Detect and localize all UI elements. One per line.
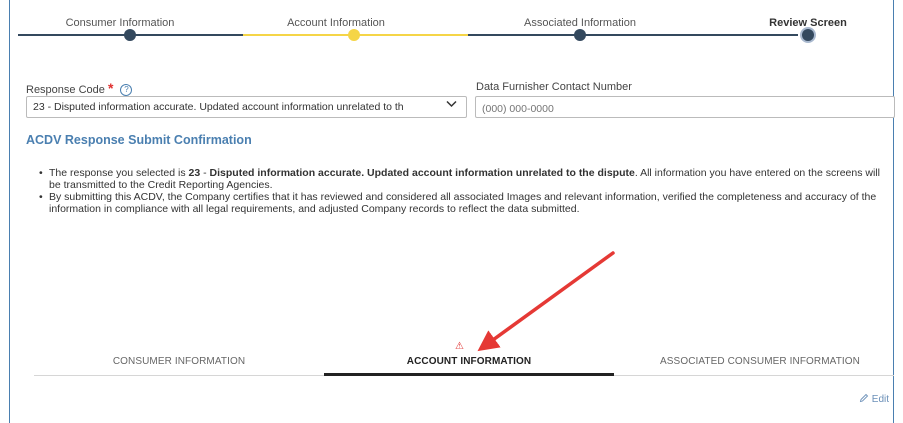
confirmation-title: ACDV Response Submit Confirmation <box>26 133 252 147</box>
tab-associated-consumer-information[interactable]: ASSOCIATED CONSUMER INFORMATION <box>660 356 860 367</box>
bullet1-description: Disputed information accurate. Updated a… <box>209 167 635 179</box>
bullet1-code: 23 <box>188 167 201 179</box>
confirmation-bullet-2: By submitting this ACDV, the Company cer… <box>39 191 894 215</box>
step-dot-account[interactable] <box>348 29 360 41</box>
step-associated-information[interactable]: Associated Information <box>524 17 636 29</box>
contact-number-input[interactable] <box>475 96 895 118</box>
tab-consumer-information[interactable]: CONSUMER INFORMATION <box>113 356 245 367</box>
response-code-label: Response Code * ? <box>26 80 133 97</box>
tab-account-information[interactable]: ACCOUNT INFORMATION <box>407 356 531 367</box>
active-tab-indicator <box>324 373 614 376</box>
confirmation-bullets: The response you selected is 23 - Disput… <box>39 167 894 215</box>
progress-stepper: Consumer Information Account Information… <box>18 12 878 42</box>
edit-label: Edit <box>871 394 890 405</box>
contact-number-label: Data Furnisher Contact Number <box>476 81 632 93</box>
response-code-label-text: Response Code <box>26 84 105 96</box>
required-asterisk: * <box>107 80 114 96</box>
help-icon[interactable]: ? <box>120 84 133 97</box>
step-consumer-information[interactable]: Consumer Information <box>66 17 175 29</box>
edit-button[interactable]: Edit <box>859 393 889 405</box>
bullet1-dash: - <box>200 167 210 179</box>
step-dot-consumer[interactable] <box>124 29 136 41</box>
step-dot-review[interactable] <box>802 29 814 41</box>
step-account-information[interactable]: Account Information <box>287 17 385 29</box>
response-code-select[interactable]: 23 - Disputed information accurate. Upda… <box>26 96 467 118</box>
bullet1-prefix: The response you selected is <box>49 167 189 179</box>
stepper-line-4 <box>693 34 798 36</box>
step-review-screen[interactable]: Review Screen <box>769 17 847 29</box>
pencil-icon <box>859 393 872 405</box>
chevron-down-icon[interactable] <box>446 99 457 111</box>
confirmation-bullet-1: The response you selected is 23 - Disput… <box>39 167 894 191</box>
response-code-value: 23 - Disputed information accurate. Upda… <box>33 101 404 113</box>
step-dot-associated[interactable] <box>574 29 586 41</box>
warning-icon: ⚠ <box>455 341 464 352</box>
